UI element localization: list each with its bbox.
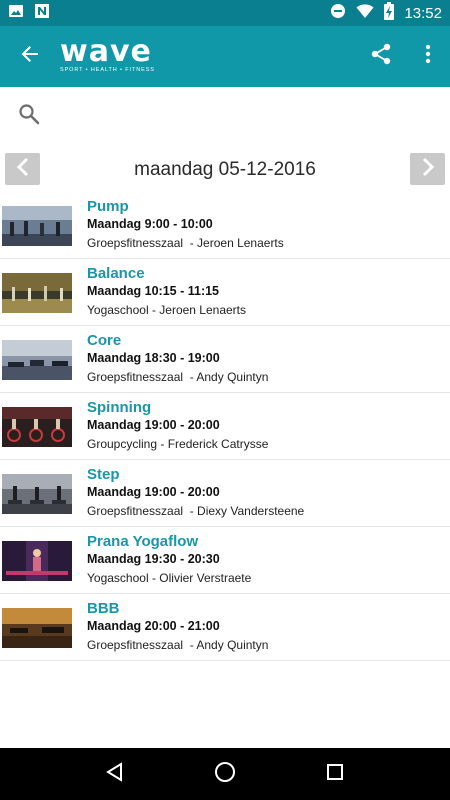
share-icon [369,42,393,71]
session-location: Groupcycling - Frederick Catrysse [87,437,269,451]
session-item-spinning[interactable]: Spinning Maandag 19:00 - 20:00 Groupcycl… [0,393,450,460]
session-item-step[interactable]: Step Maandag 19:00 - 20:00 Groepsfitness… [0,460,450,527]
home-circle-icon [214,761,236,788]
logo-wordmark: wave [60,34,152,69]
status-bar: 13:52 [0,0,450,26]
session-thumbnail [2,407,72,447]
app-bar: wave SPORT • HEALTH • FITNESS [0,26,450,87]
session-thumbnail [2,340,72,380]
session-thumbnail [2,541,72,581]
session-item-bbb[interactable]: BBB Maandag 20:00 - 21:00 Groepsfitnessz… [0,594,450,661]
next-day-button[interactable] [410,153,445,185]
date-navigator: maandag 05-12-2016 [0,150,450,190]
session-time: Maandag 20:00 - 21:00 [87,619,220,633]
app-screen: 13:52 wave SPORT • HEALTH • FITNESS maan… [0,0,450,800]
system-back-button[interactable] [95,754,135,794]
session-title: Pump [87,198,129,215]
do-not-disturb-icon [330,3,346,24]
session-location: Groepsfitnesszaal - Andy Quintyn [87,638,269,652]
search-bar[interactable] [0,87,450,145]
session-time: Maandag 19:30 - 20:30 [87,552,220,566]
date-title: maandag 05-12-2016 [134,159,316,180]
session-title: Prana Yogaflow [87,533,199,550]
session-title: Core [87,332,122,349]
system-home-button[interactable] [205,754,245,794]
wave-logo: wave SPORT • HEALTH • FITNESS [60,34,155,74]
session-thumbnail [2,474,72,514]
session-title: Step [87,466,120,483]
n-app-icon [34,3,50,24]
session-item-core[interactable]: Core Maandag 18:30 - 19:00 Groepsfitness… [0,326,450,393]
session-time: Maandag 19:00 - 20:00 [87,418,220,432]
back-arrow-icon [20,44,40,69]
share-button[interactable] [356,26,406,87]
session-thumbnail [2,206,72,246]
session-time: Maandag 19:00 - 20:00 [87,485,220,499]
battery-charging-icon [384,1,395,25]
wifi-icon [356,3,374,24]
image-icon [8,3,24,24]
session-item-balance[interactable]: Balance Maandag 10:15 - 11:15 Yogaschool… [0,259,450,326]
session-thumbnail [2,273,72,313]
session-item-prana-yogaflow[interactable]: Prana Yogaflow Maandag 19:30 - 20:30 Yog… [0,527,450,594]
chevron-right-icon [421,157,435,182]
logo-tagline: SPORT • HEALTH • FITNESS [60,67,155,73]
system-recents-button[interactable] [315,754,355,794]
back-triangle-icon [105,761,125,787]
session-thumbnail [2,608,72,648]
recents-square-icon [326,763,344,786]
session-list: Pump Maandag 9:00 - 10:00 Groepsfitnessz… [0,192,450,661]
status-time: 13:52 [404,4,442,22]
session-time: Maandag 10:15 - 11:15 [87,284,220,298]
session-time: Maandag 9:00 - 10:00 [87,217,213,231]
session-location: Groepsfitnesszaal - Andy Quintyn [87,370,269,384]
session-location: Groepsfitnesszaal - Jeroen Lenaerts [87,236,284,250]
more-options-button[interactable] [406,26,450,87]
session-title: Balance [87,265,145,282]
session-location: Yogaschool - Olivier Verstraete [87,571,252,585]
session-title: Spinning [87,399,152,416]
more-vert-icon [425,44,431,69]
session-time: Maandag 18:30 - 19:00 [87,351,220,365]
session-location: Groepsfitnesszaal - Diexy Vandersteene [87,504,305,518]
session-title: BBB [87,600,120,617]
session-location: Yogaschool - Jeroen Lenaerts [87,303,246,317]
search-icon[interactable] [18,103,40,130]
system-navigation-bar [0,748,450,800]
session-item-pump[interactable]: Pump Maandag 9:00 - 10:00 Groepsfitnessz… [0,192,450,259]
back-button[interactable] [0,26,60,87]
